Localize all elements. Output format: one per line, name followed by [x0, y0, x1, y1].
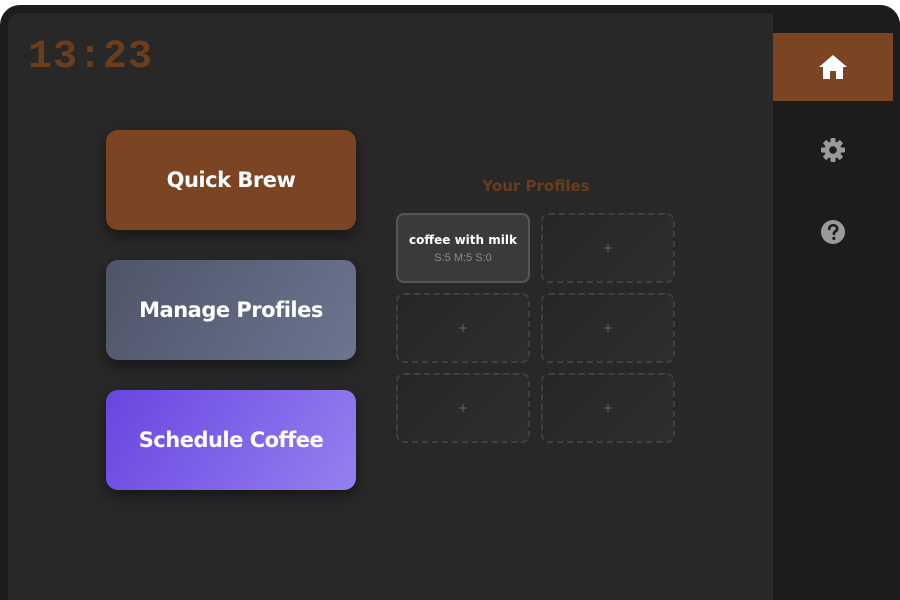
coffee-machine-device: 13:23 Quick Brew Manage Profiles Schedul… [0, 5, 900, 600]
manage-profiles-button[interactable]: Manage Profiles [106, 260, 356, 360]
empty-profile-slot[interactable]: + [396, 293, 530, 363]
nav-settings-button[interactable] [773, 116, 893, 184]
plus-icon: + [602, 241, 614, 255]
gear-icon [821, 138, 845, 162]
empty-profile-slot[interactable]: + [541, 213, 675, 283]
sidebar-nav [773, 5, 900, 600]
empty-profile-slot[interactable]: + [541, 373, 675, 443]
plus-icon: + [457, 401, 469, 415]
profile-name: coffee with milk [409, 232, 517, 247]
home-icon [819, 55, 847, 79]
quick-brew-button[interactable]: Quick Brew [106, 130, 356, 230]
clock-display: 13:23 [28, 35, 154, 80]
plus-icon: + [602, 321, 614, 335]
empty-profile-slot[interactable]: + [396, 373, 530, 443]
plus-icon: + [457, 321, 469, 335]
profiles-heading: Your Profiles [482, 177, 590, 195]
main-screen: 13:23 Quick Brew Manage Profiles Schedul… [8, 13, 773, 600]
help-icon [821, 220, 845, 244]
nav-help-button[interactable] [773, 198, 893, 266]
profile-card[interactable]: coffee with milk S:5 M:5 S:0 [396, 213, 530, 283]
profiles-grid: coffee with milk S:5 M:5 S:0 + + + + + [396, 213, 676, 443]
nav-home-button[interactable] [773, 33, 893, 101]
empty-profile-slot[interactable]: + [541, 293, 675, 363]
schedule-coffee-button[interactable]: Schedule Coffee [106, 390, 356, 490]
profile-settings: S:5 M:5 S:0 [434, 251, 492, 264]
plus-icon: + [602, 401, 614, 415]
